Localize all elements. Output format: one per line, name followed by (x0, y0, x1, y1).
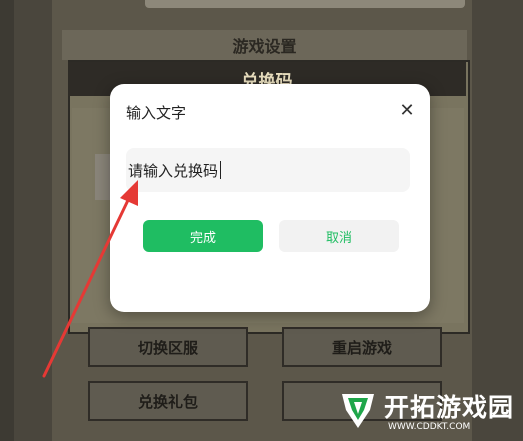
watermark: 开拓游戏园 WWW.CDDKT.COM (330, 384, 523, 441)
watermark-url: WWW.CDDKT.COM (388, 422, 471, 432)
annotation-arrow (42, 180, 138, 378)
watermark-brand: 开拓游戏园 (384, 393, 515, 422)
watermark-logo-icon (342, 394, 374, 428)
